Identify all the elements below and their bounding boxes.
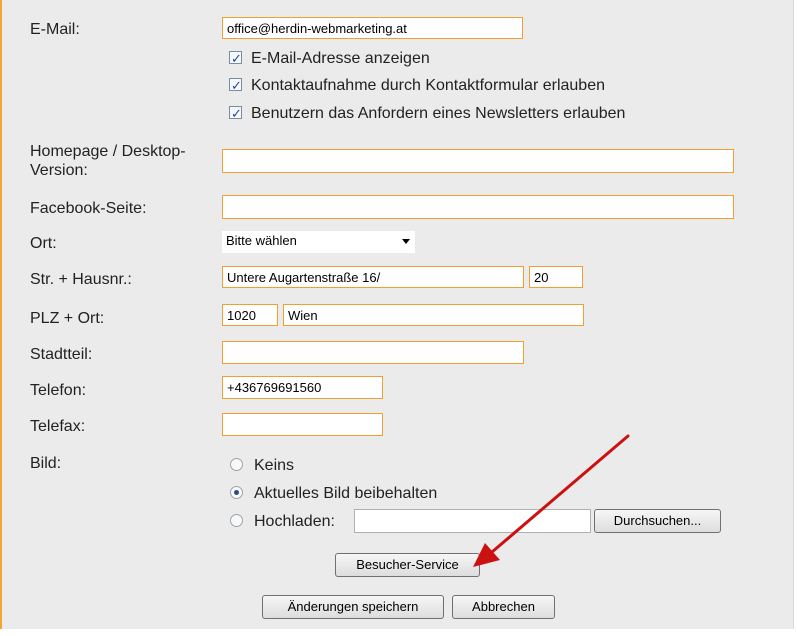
annotation-arrow-icon (473, 434, 630, 567)
